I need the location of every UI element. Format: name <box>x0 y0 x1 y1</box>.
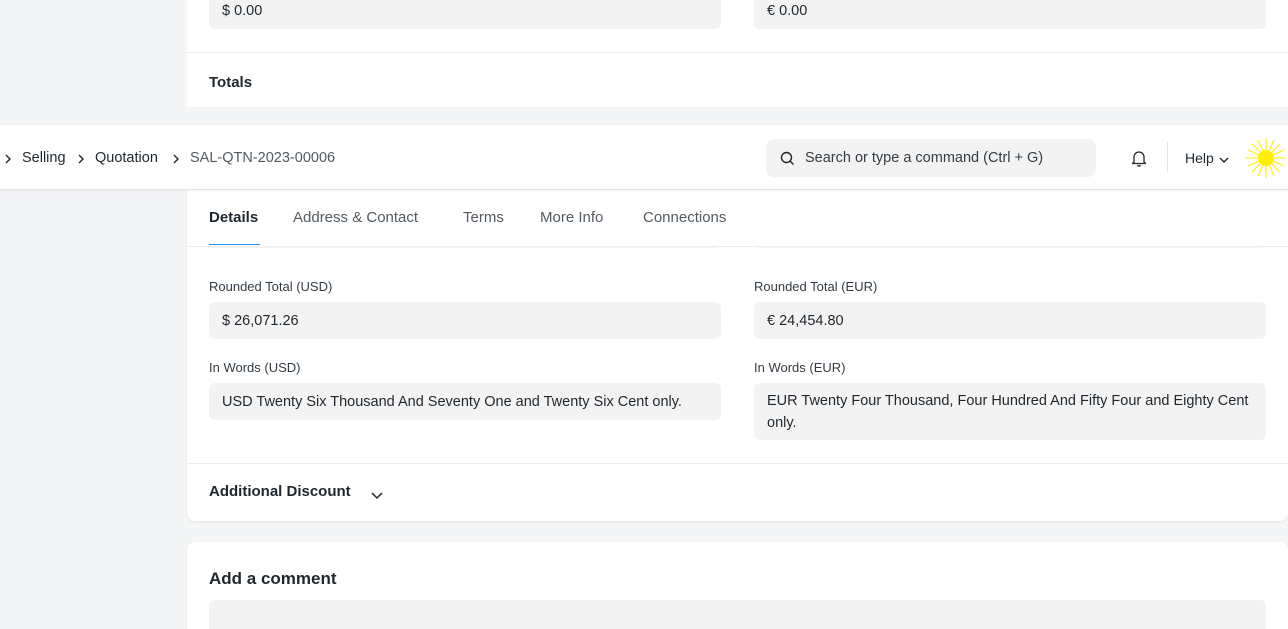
totals-section-title[interactable]: Totals <box>209 74 252 91</box>
search-bar[interactable]: Search or type a command (Ctrl + G) <box>766 139 1096 177</box>
chevron-down-icon <box>370 488 384 507</box>
breadcrumb-document[interactable]: SAL-QTN-2023-00006 <box>190 150 335 166</box>
chevron-right-icon <box>170 152 182 164</box>
add-comment-title: Add a comment <box>209 569 337 588</box>
rounded-total-usd-field[interactable]: $ 26,071.26 <box>209 302 721 339</box>
chevron-right-icon <box>2 152 14 164</box>
form-tabs: Details Address & Contact Terms More Inf… <box>187 190 1288 247</box>
chevron-right-icon <box>75 152 87 164</box>
breadcrumb-selling[interactable]: Selling <box>22 150 66 166</box>
help-dropdown[interactable]: Help <box>1185 150 1235 170</box>
section-divider <box>187 52 1288 53</box>
rounded-total-eur-field[interactable]: € 24,454.80 <box>754 302 1266 339</box>
additional-discount-title: Additional Discount <box>209 483 351 500</box>
tab-more-info[interactable]: More Info <box>540 209 603 226</box>
quotation-page: $ 0.00 € 0.00 Totals Rounded Total (USD)… <box>0 0 1288 629</box>
in-words-eur-field[interactable]: EUR Twenty Four Thousand, Four Hundred A… <box>754 383 1266 440</box>
tab-address-contact[interactable]: Address & Contact <box>293 209 418 226</box>
active-tab-indicator <box>209 244 260 245</box>
navbar-divider <box>1167 142 1168 173</box>
help-label: Help <box>1185 150 1214 166</box>
total-eur-field[interactable]: € 0.00 <box>754 0 1266 29</box>
tab-connections[interactable]: Connections <box>643 209 726 226</box>
tab-details[interactable]: Details <box>209 209 258 226</box>
section-divider <box>187 463 1288 464</box>
tab-terms[interactable]: Terms <box>463 209 504 226</box>
total-usd-field[interactable]: $ 0.00 <box>209 0 721 29</box>
in-words-usd-label: In Words (USD) <box>209 360 301 375</box>
additional-discount-toggle[interactable]: Additional Discount <box>209 483 409 505</box>
avatar-sun-icon[interactable] <box>1244 136 1288 185</box>
in-words-eur-label: In Words (EUR) <box>754 360 846 375</box>
chevron-down-icon <box>1218 153 1230 171</box>
comment-card: Add a comment <box>187 542 1288 629</box>
in-words-usd-field[interactable]: USD Twenty Six Thousand And Seventy One … <box>209 383 721 420</box>
search-input[interactable]: Search or type a command (Ctrl + G) <box>805 150 1043 166</box>
breadcrumb-quotation[interactable]: Quotation <box>95 150 158 166</box>
rounded-total-eur-label: Rounded Total (EUR) <box>754 279 878 294</box>
search-icon <box>780 151 795 171</box>
bell-icon[interactable] <box>1130 149 1148 172</box>
rounded-total-usd-label: Rounded Total (USD) <box>209 279 333 294</box>
comment-input[interactable] <box>209 600 1266 629</box>
navbar: Selling Quotation SAL-QTN-2023-00006 Sea… <box>0 124 1288 190</box>
totals-card: $ 0.00 € 0.00 Totals <box>187 0 1288 107</box>
